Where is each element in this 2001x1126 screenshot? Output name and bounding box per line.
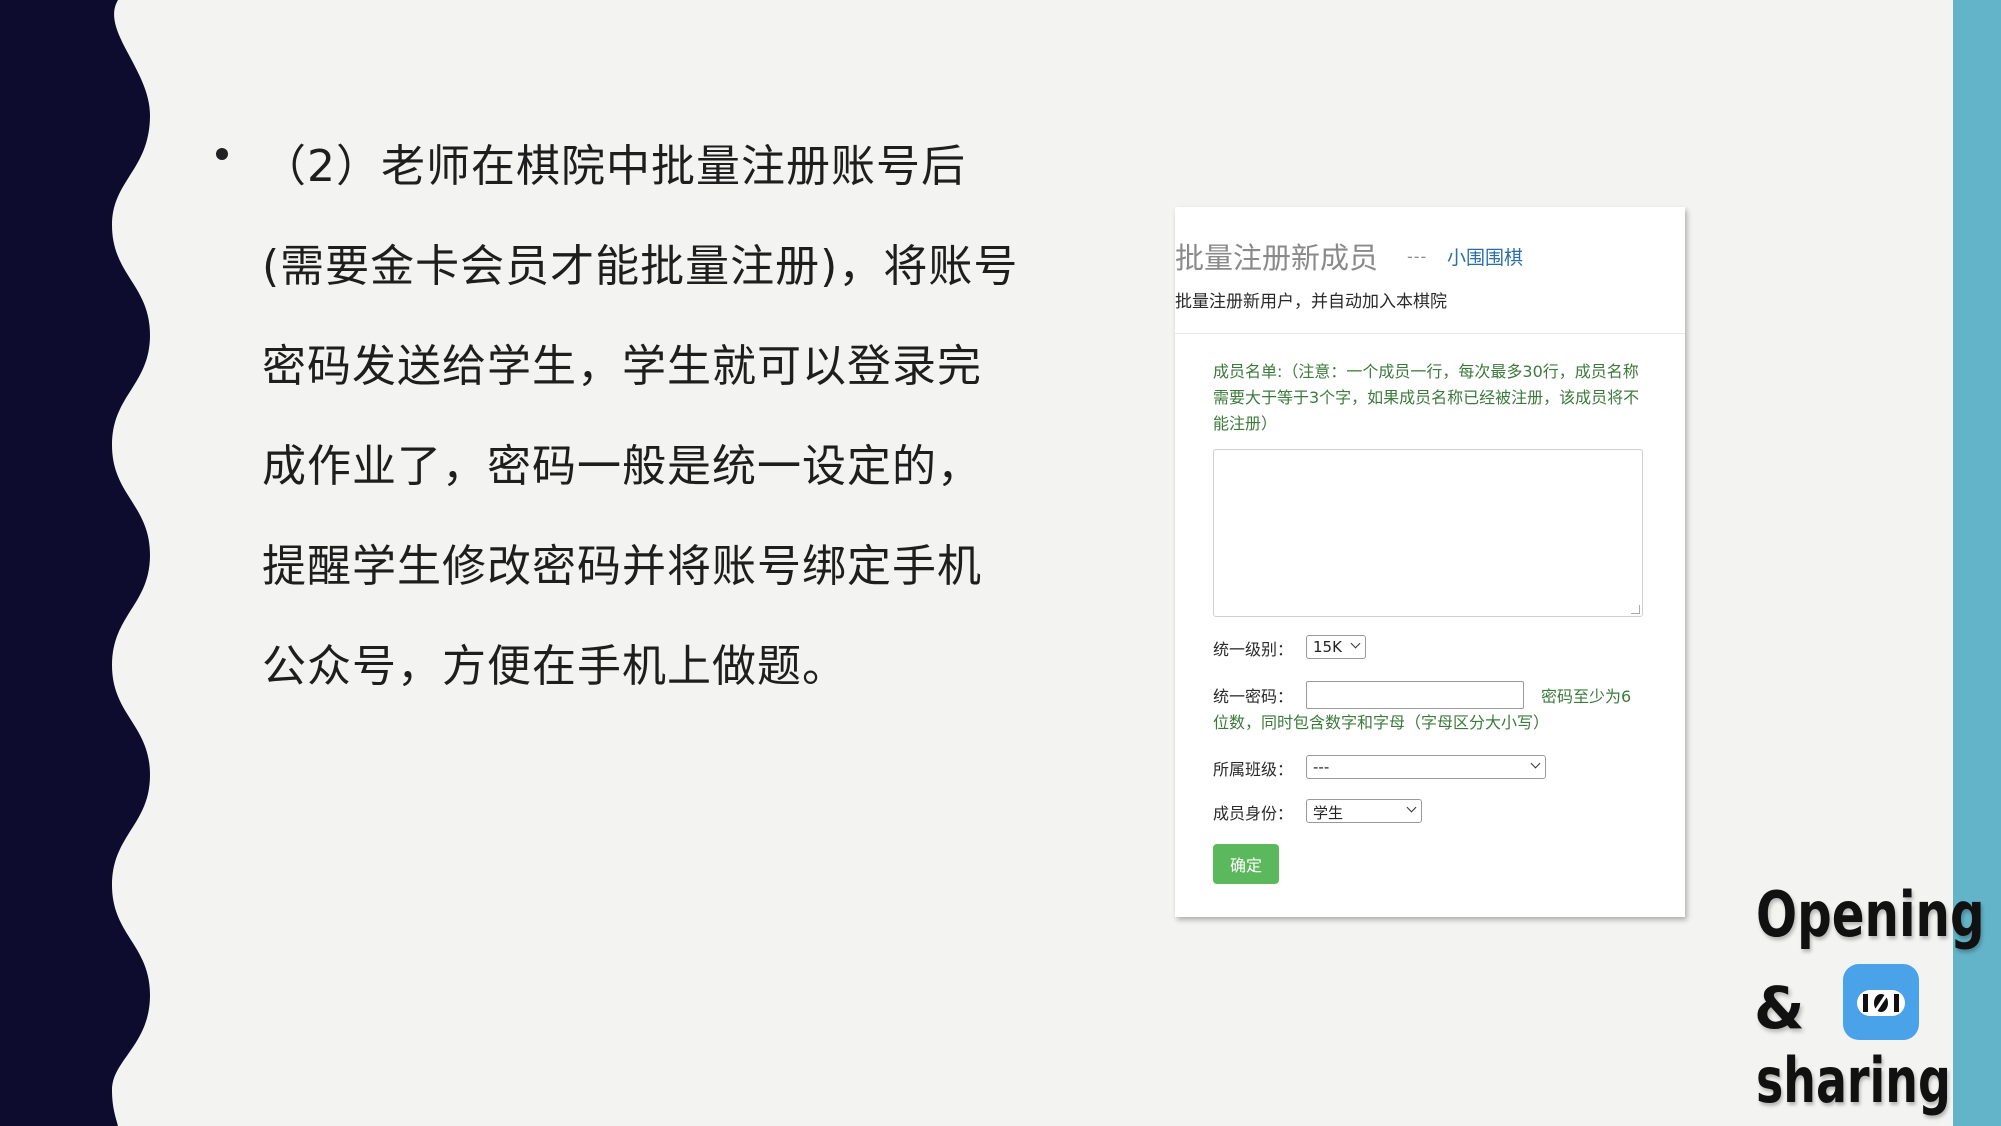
bullet-text-line-4: 成作业了，密码一般是统一设定的， xyxy=(262,441,982,492)
chevron-down-icon xyxy=(1406,802,1417,813)
header-divider xyxy=(1175,333,1685,334)
bullet-text-line-1: （2）老师在棋院中批量注册账号后 xyxy=(262,141,966,192)
class-select[interactable]: --- xyxy=(1306,755,1546,779)
role-select-value: 学生 xyxy=(1313,804,1344,822)
batch-register-form-screenshot: 批量注册新成员 --- 小围围棋 批量注册新用户，并自动加入本棋院 成员名单:（… xyxy=(1175,207,1685,917)
left-wave-decoration xyxy=(0,0,150,1126)
title-separator: --- xyxy=(1407,247,1428,266)
level-label: 统一级别： xyxy=(1213,640,1294,659)
class-select-value: --- xyxy=(1313,758,1330,776)
member-list-textarea[interactable] xyxy=(1213,449,1643,617)
level-select-value: 15K xyxy=(1313,638,1342,656)
password-hint: 密码至少为6 xyxy=(1541,687,1632,706)
chevron-down-icon xyxy=(1530,758,1541,769)
submit-button[interactable]: 确定 xyxy=(1213,844,1279,884)
slide: （2）老师在棋院中批量注册账号后 (需要金卡会员才能批量注册)，将账号 密码发送… xyxy=(0,0,2001,1126)
brand-app-icon xyxy=(1843,964,1919,1040)
academy-link[interactable]: 小围围棋 xyxy=(1447,243,1523,270)
role-label: 成员身份： xyxy=(1213,804,1294,823)
form-title: 批量注册新成员 xyxy=(1175,241,1379,275)
password-input[interactable] xyxy=(1306,681,1524,709)
brand-glyph-icon xyxy=(1857,990,1905,1016)
bullet-text-line-2: (需要金卡会员才能批量注册)，将账号 xyxy=(262,241,1019,292)
brand-word-sharing: sharing xyxy=(1756,1044,1951,1117)
password-hint-continued: 位数，同时包含数字和字母（字母区分大小写） xyxy=(1213,713,1550,732)
brand-ampersand: & xyxy=(1754,974,1805,1042)
bullet-text-line-5: 提醒学生修改密码并将账号绑定手机 xyxy=(262,541,982,592)
bullet-text-line-6: 公众号，方便在手机上做题。 xyxy=(262,641,847,692)
bullet-text-line-3: 密码发送给学生，学生就可以登录完 xyxy=(262,341,982,392)
resize-grip-icon[interactable] xyxy=(1631,605,1640,614)
bullet-icon xyxy=(216,148,228,160)
level-select[interactable]: 15K xyxy=(1306,635,1366,659)
brand-word-opening: Opening xyxy=(1756,878,1985,951)
class-label: 所属班级： xyxy=(1213,760,1294,779)
member-list-note: 成员名单:（注意：一个成员一行，每次最多30行，成员名称需要大于等于3个字，如果… xyxy=(1213,362,1640,433)
brand-logo-block: Opening & sharing xyxy=(1752,878,1987,1126)
chevron-down-icon xyxy=(1350,638,1361,649)
form-subtitle: 批量注册新用户，并自动加入本棋院 xyxy=(1175,292,1447,312)
password-label: 统一密码： xyxy=(1213,687,1294,706)
role-select[interactable]: 学生 xyxy=(1306,799,1422,823)
